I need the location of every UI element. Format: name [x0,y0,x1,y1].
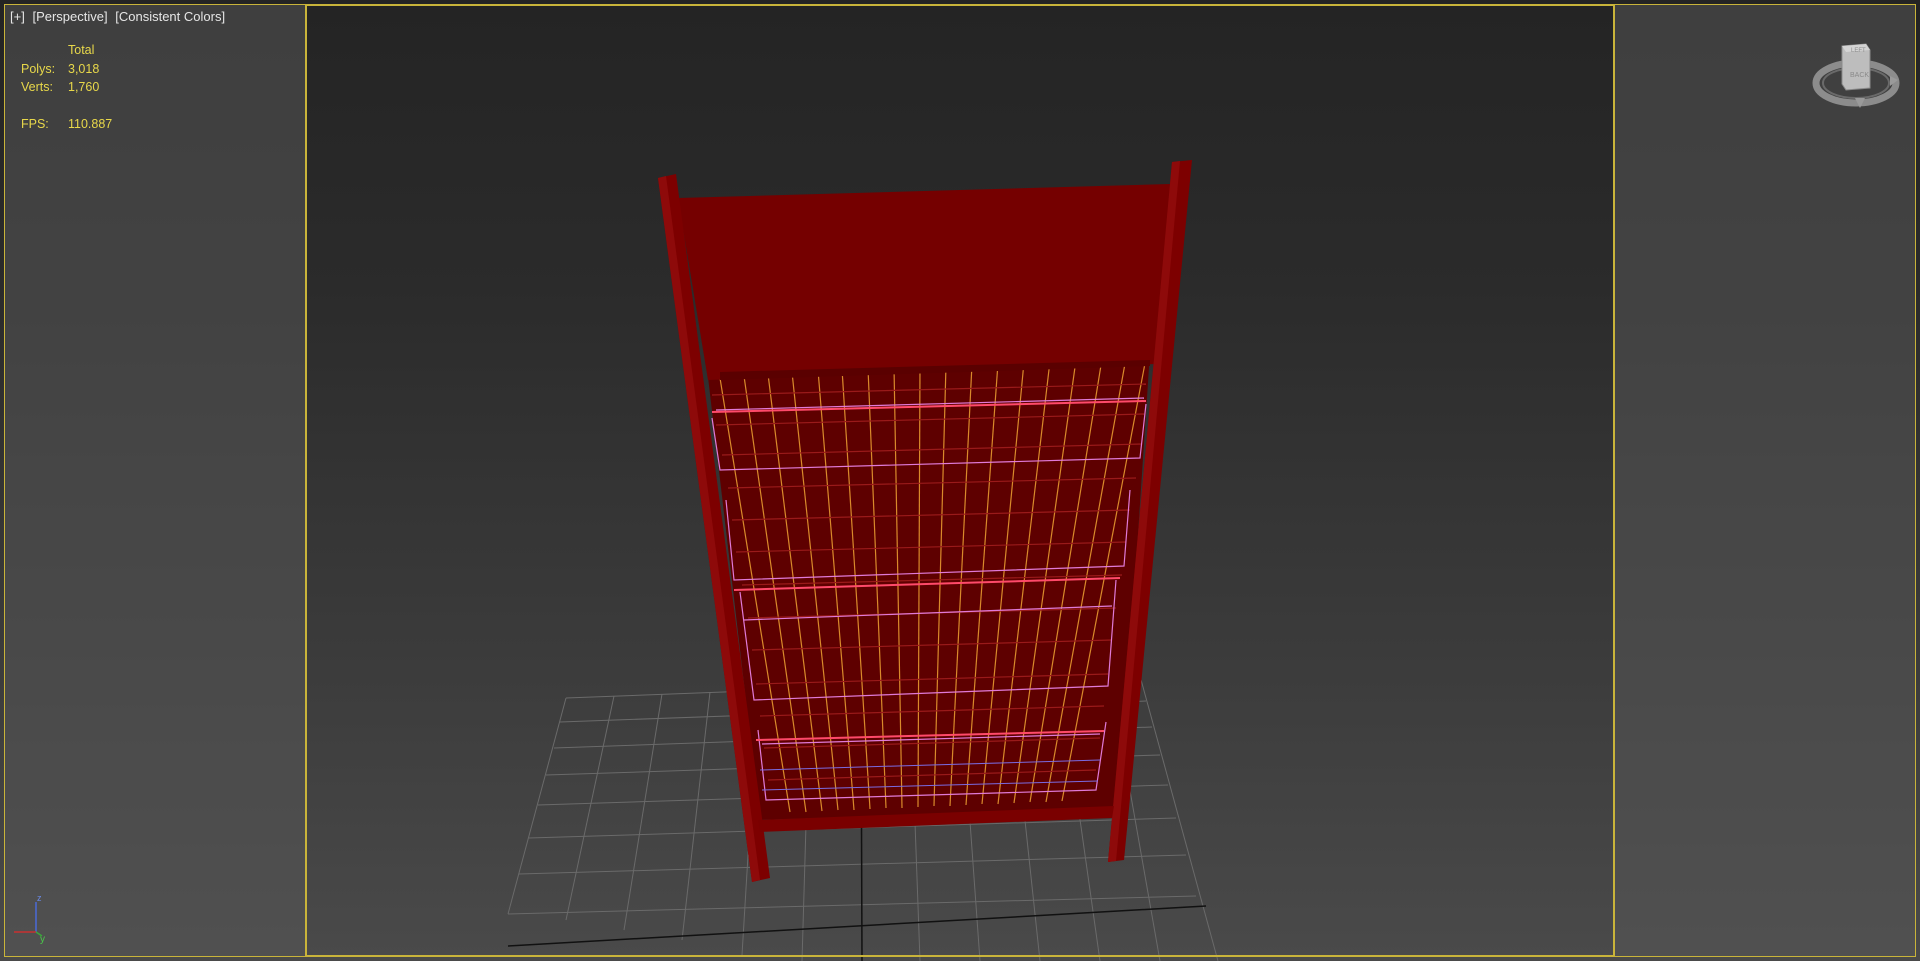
viewport-general-menu[interactable]: [+] [10,9,25,24]
verts-label: Verts: [21,80,53,94]
polys-value: 3,018 [68,61,100,76]
statistics-overlay: Total Polys: 3,018 Verts: 1,760 FPS: 110… [21,43,112,135]
scene-3d[interactable] [0,0,1920,961]
viewport-shading-menu[interactable]: [Consistent Colors] [115,9,225,24]
fps-label: FPS: [21,116,49,131]
viewport-perspective[interactable]: [+] [Perspective] [Consistent Colors] To… [0,0,1920,961]
stats-header: Total [68,43,95,57]
viewport-point-of-view-menu[interactable]: [Perspective] [32,9,107,24]
axis-tripod: z y [14,893,45,944]
fps-value: 110.887 [68,116,113,131]
axis-z-label: z [37,893,42,903]
viewcube-face-back: BACK [1850,72,1869,79]
viewport-label-menu: [+] [Perspective] [Consistent Colors] [10,9,229,24]
viewcube-face-left: LEFT [1851,48,1866,54]
rack-header-panel [678,184,1170,380]
rack-back-frame [706,352,1150,820]
verts-value: 1,760 [68,80,100,94]
polys-label: Polys: [21,61,56,76]
axis-y-label: y [40,934,45,944]
viewcube[interactable]: LEFT BACK [1806,36,1906,120]
